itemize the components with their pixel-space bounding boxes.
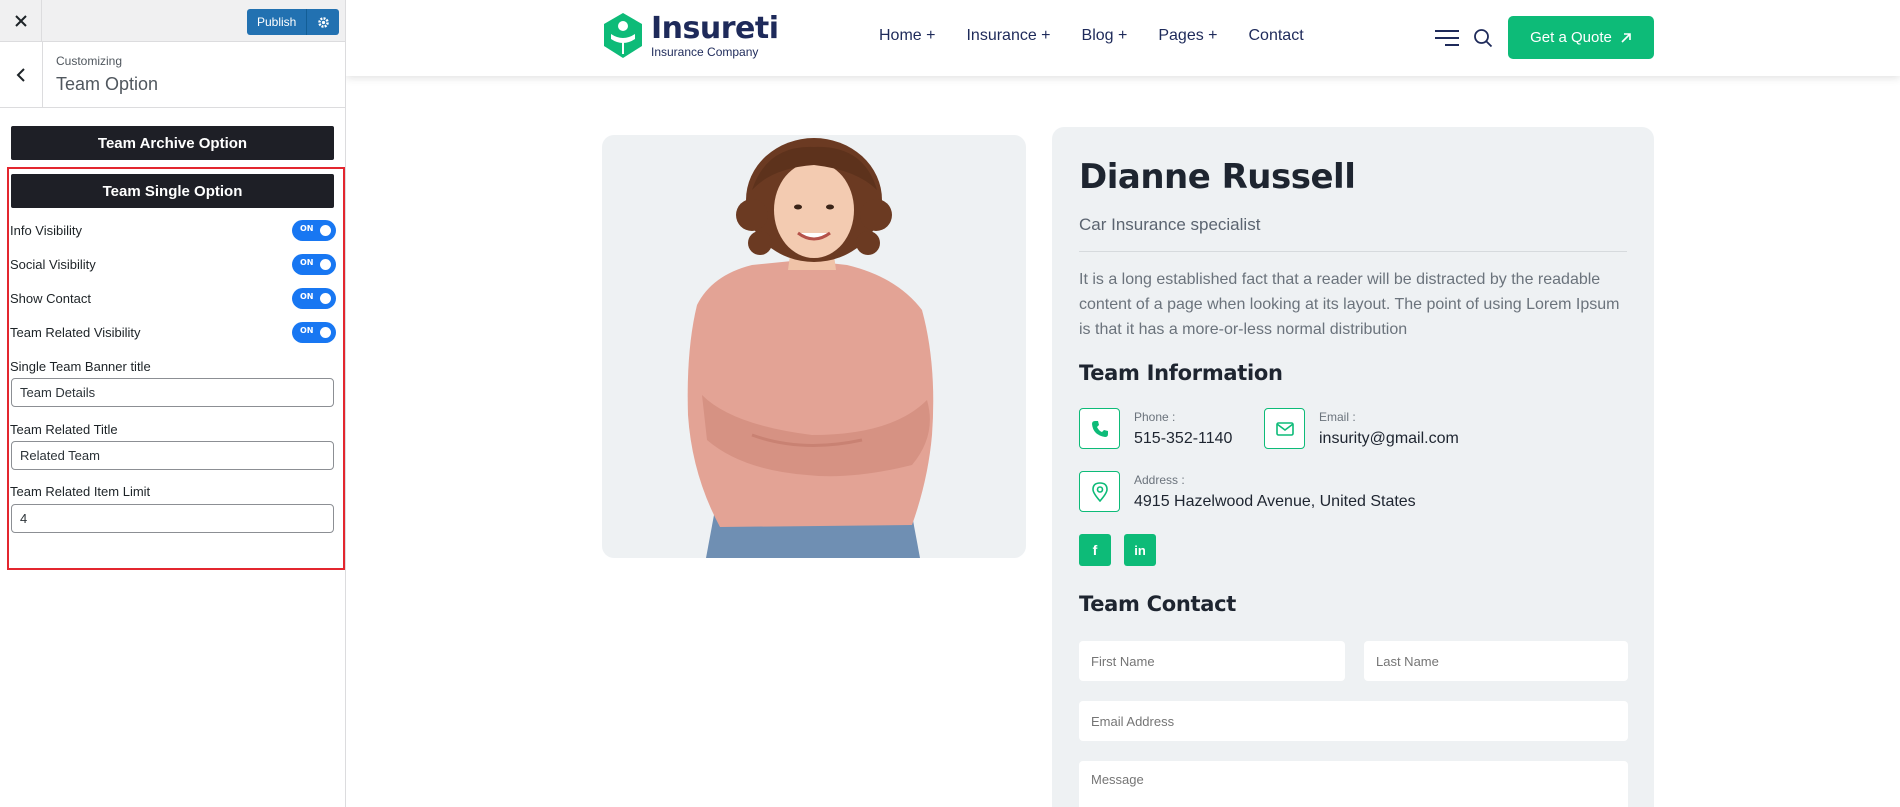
toggle-label: Show Contact bbox=[10, 290, 91, 306]
email-label: Email : bbox=[1319, 410, 1356, 424]
logo-tagline: Insurance Company bbox=[651, 44, 759, 59]
back-arrow-icon[interactable] bbox=[0, 42, 43, 108]
toggle-label: Social Visibility bbox=[10, 256, 96, 272]
quote-button-label: Get a Quote bbox=[1530, 29, 1612, 46]
related-title-label: Team Related Title bbox=[10, 422, 118, 437]
nav-pages[interactable]: Pages + bbox=[1158, 27, 1217, 45]
member-role: Car Insurance specialist bbox=[1079, 215, 1261, 234]
customizer-section-header: Customizing Team Option bbox=[0, 42, 345, 108]
linkedin-icon[interactable]: in bbox=[1124, 534, 1156, 566]
site-logo[interactable]: Insureti Insurance Company bbox=[602, 12, 779, 60]
phone-label: Phone : bbox=[1134, 410, 1176, 424]
main-nav: Home + Insurance + Blog + Pages + Contac… bbox=[879, 27, 1335, 45]
nav-home[interactable]: Home + bbox=[879, 27, 935, 45]
arrow-up-right-icon bbox=[1621, 32, 1631, 43]
toggle-row-team-related-visibility: Team Related Visibility ON bbox=[10, 320, 336, 344]
member-info-card: Dianne Russell Car Insurance specialist … bbox=[1052, 127, 1654, 807]
toggle-label: Team Related Visibility bbox=[10, 324, 141, 340]
member-portrait-image bbox=[687, 138, 934, 558]
search-icon[interactable] bbox=[1473, 28, 1493, 48]
message-field[interactable] bbox=[1079, 761, 1628, 807]
toggle-state: ON bbox=[300, 257, 314, 267]
address-label: Address : bbox=[1134, 473, 1185, 487]
team-archive-option-button[interactable]: Team Archive Option bbox=[11, 126, 334, 160]
nav-contact[interactable]: Contact bbox=[1249, 27, 1304, 45]
related-title-input[interactable] bbox=[11, 441, 334, 470]
team-single-option-button[interactable]: Team Single Option bbox=[11, 174, 334, 208]
toggle-state: ON bbox=[300, 223, 314, 233]
logo-name: Insureti bbox=[651, 10, 779, 46]
toggle-label: Info Visibility bbox=[10, 222, 83, 238]
last-name-field[interactable] bbox=[1364, 641, 1628, 681]
toggle-row-info-visibility: Info Visibility ON bbox=[10, 218, 336, 242]
customizer-panel: Publish Customizing Team Option Team Arc… bbox=[0, 0, 346, 807]
first-name-field[interactable] bbox=[1079, 641, 1345, 681]
mail-icon bbox=[1264, 408, 1305, 449]
member-photo bbox=[602, 135, 1026, 558]
hamburger-menu-icon[interactable] bbox=[1434, 29, 1460, 47]
team-contact-title: Team Contact bbox=[1079, 592, 1237, 616]
logo-mark-icon bbox=[604, 13, 642, 58]
toggle-knob bbox=[320, 292, 331, 304]
toggle-state: ON bbox=[300, 325, 314, 335]
customizer-header-bar: Publish bbox=[0, 0, 345, 42]
breadcrumb: Customizing bbox=[56, 54, 123, 68]
gear-icon[interactable] bbox=[307, 9, 340, 35]
social-visibility-toggle[interactable]: ON bbox=[292, 253, 336, 275]
divider bbox=[1079, 251, 1627, 252]
info-visibility-toggle[interactable]: ON bbox=[292, 219, 336, 241]
close-icon[interactable] bbox=[0, 0, 42, 42]
section-title: Team Option bbox=[56, 74, 159, 94]
team-information-title: Team Information bbox=[1079, 361, 1283, 385]
nav-insurance[interactable]: Insurance + bbox=[966, 27, 1050, 45]
publish-group: Publish bbox=[247, 9, 340, 35]
toggle-row-social-visibility: Social Visibility ON bbox=[10, 252, 336, 276]
email-address-field[interactable] bbox=[1079, 701, 1628, 741]
related-limit-input[interactable] bbox=[11, 504, 334, 533]
phone-icon bbox=[1079, 408, 1120, 449]
member-bio: It is a long established fact that a rea… bbox=[1079, 271, 1620, 338]
email-value: insurity@gmail.com bbox=[1319, 430, 1459, 447]
toggle-knob bbox=[320, 224, 331, 236]
banner-title-input[interactable] bbox=[11, 378, 334, 407]
member-name: Dianne Russell bbox=[1079, 157, 1356, 197]
phone-value: 515-352-1140 bbox=[1134, 430, 1233, 447]
show-contact-toggle[interactable]: ON bbox=[292, 287, 336, 309]
toggle-knob bbox=[320, 258, 331, 270]
toggle-state: ON bbox=[300, 291, 314, 301]
site-preview: Insureti Insurance Company Home + Insura… bbox=[346, 0, 1900, 807]
site-header: Insureti Insurance Company Home + Insura… bbox=[346, 0, 1900, 76]
toggle-row-show-contact: Show Contact ON bbox=[10, 286, 336, 310]
toggle-knob bbox=[320, 326, 331, 338]
related-limit-label: Team Related Item Limit bbox=[10, 484, 151, 499]
get-a-quote-button[interactable]: Get a Quote bbox=[1508, 16, 1654, 59]
location-pin-icon bbox=[1079, 471, 1120, 512]
publish-button[interactable]: Publish bbox=[247, 9, 308, 35]
address-value: 4915 Hazelwood Avenue, United States bbox=[1134, 493, 1416, 510]
banner-title-label: Single Team Banner title bbox=[10, 359, 151, 374]
team-related-visibility-toggle[interactable]: ON bbox=[292, 321, 336, 343]
nav-blog[interactable]: Blog + bbox=[1082, 27, 1128, 45]
facebook-icon[interactable]: f bbox=[1079, 534, 1111, 566]
